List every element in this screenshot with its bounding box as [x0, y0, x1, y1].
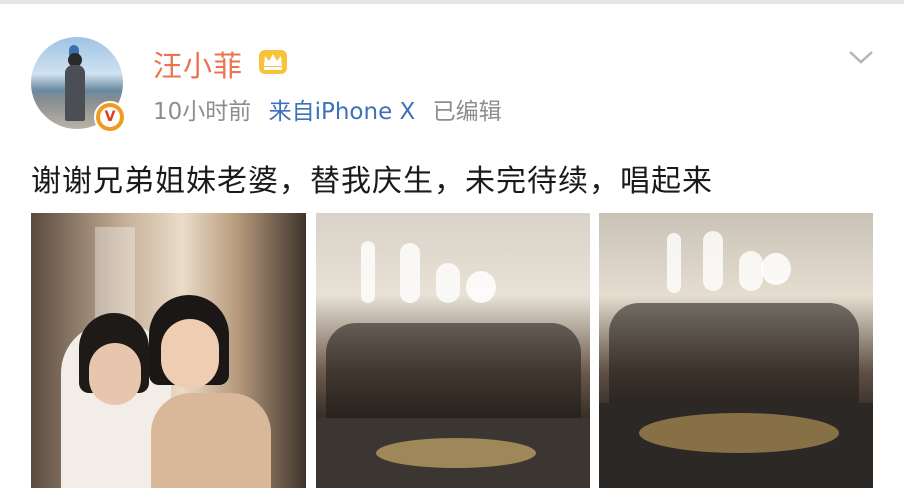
photo-couple-hug[interactable] — [31, 213, 306, 488]
post-text: 谢谢兄弟姐妹老婆，替我庆生，未完待续，唱起来 — [31, 164, 713, 199]
post-time: 10小时前 — [153, 99, 252, 125]
post-source[interactable]: 来自iPhone X — [269, 99, 416, 125]
avatar-figure — [65, 65, 85, 121]
post-meta: 10小时前 来自iPhone X 已编辑 — [153, 92, 512, 126]
top-divider — [0, 0, 904, 4]
crown-icon[interactable] — [258, 46, 288, 76]
verified-badge-icon: V — [94, 101, 126, 133]
username[interactable]: 汪小菲 — [153, 43, 243, 85]
photo-group-dinner-1[interactable] — [316, 213, 590, 488]
chevron-down-icon[interactable] — [847, 47, 875, 67]
photo-group-dinner-2[interactable] — [599, 213, 873, 488]
post-edited[interactable]: 已编辑 — [433, 99, 502, 125]
